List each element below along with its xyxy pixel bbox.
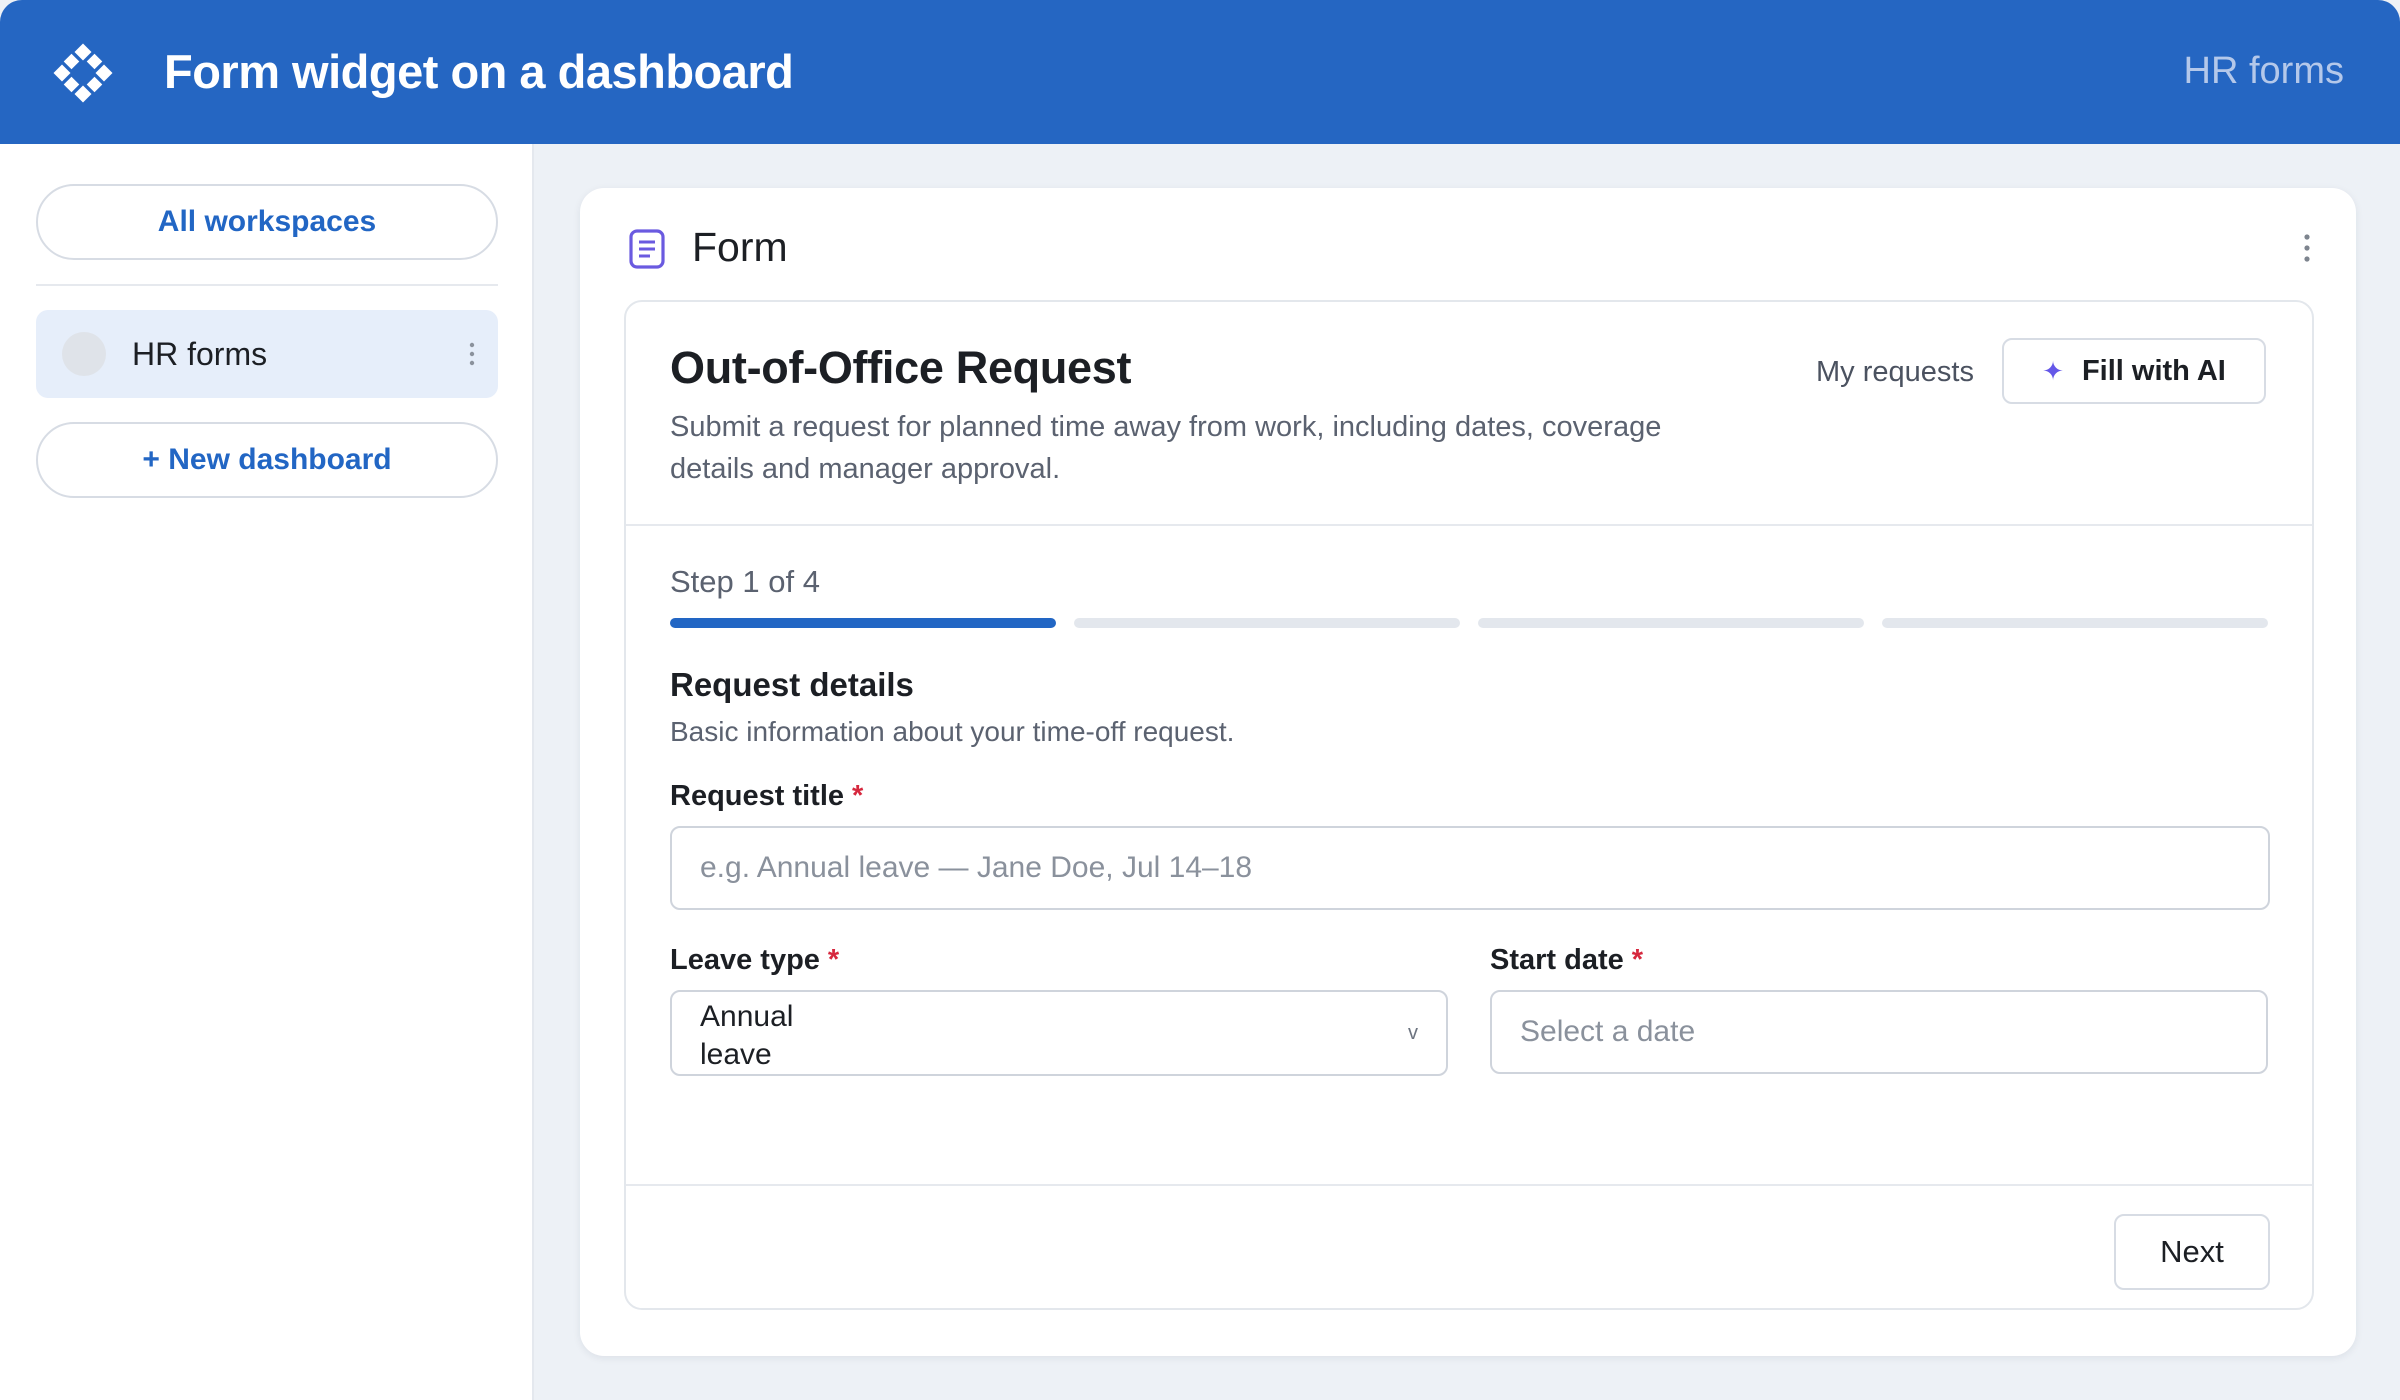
start-date-label-text: Start date: [1490, 944, 1624, 976]
widget-menu-icon[interactable]: [2302, 232, 2312, 264]
sidebar-divider: [36, 284, 498, 286]
section-title: Request details: [670, 666, 914, 703]
start-date-input[interactable]: [1490, 990, 2268, 1074]
request-title-label: Request title *: [670, 780, 863, 813]
fill-with-ai-button[interactable]: ✦ Fill with AI: [2002, 338, 2266, 404]
footer-divider: [626, 1184, 2312, 1186]
my-requests-link[interactable]: My requests: [1816, 356, 1974, 389]
leave-type-label-text: Leave type: [670, 944, 820, 976]
document-icon: [629, 229, 665, 269]
chevron-down-icon: v: [1408, 1022, 1418, 1044]
form-description: Submit a request for planned time away f…: [670, 411, 1662, 485]
required-marker: *: [1631, 944, 1644, 976]
start-date-label: Start date *: [1490, 944, 1643, 977]
leave-type-select[interactable]: Annual leave v: [670, 990, 1448, 1076]
step-indicator: Step 1 of 4: [670, 564, 820, 599]
header-context-label: HR forms: [2183, 50, 2344, 92]
header-divider: [626, 524, 2312, 526]
section-description: Basic information about your time-off re…: [670, 716, 1235, 747]
progress-segment: [670, 618, 1056, 628]
step-progress-bar: [670, 618, 2270, 628]
leave-type-label: Leave type *: [670, 944, 839, 977]
diamond-logo-icon: [53, 43, 113, 103]
sidebar-item-label: HR forms: [132, 336, 268, 372]
request-title-label-text: Request title: [670, 780, 845, 812]
progress-segment: [1074, 618, 1460, 628]
all-workspaces-button[interactable]: All workspaces: [36, 184, 498, 260]
new-dashboard-button[interactable]: + New dashboard: [36, 422, 498, 498]
sidebar: All workspaces HR forms + New dashboard: [0, 144, 534, 1400]
progress-segment: [1882, 618, 2268, 628]
form-widget-card: Form Out-of-Office Request Submit a requ…: [580, 188, 2356, 1356]
kebab-menu-icon[interactable]: [468, 340, 476, 368]
form-panel: Out-of-Office Request Submit a request f…: [624, 300, 2314, 1310]
app-title: Form widget on a dashboard: [164, 45, 794, 98]
top-bar: Form widget on a dashboard HR forms: [0, 0, 2400, 144]
leave-type-value: Annual leave: [700, 1000, 794, 1071]
sidebar-item-hr-forms[interactable]: HR forms: [36, 310, 498, 398]
fill-with-ai-label: Fill with AI: [2081, 354, 2226, 387]
dashboard-avatar: [62, 332, 106, 376]
form-title: Out-of-Office Request: [670, 342, 1132, 393]
sparkle-icon: ✦: [2042, 355, 2064, 386]
widget-title: Form: [692, 224, 788, 270]
required-marker: *: [827, 944, 840, 976]
required-marker: *: [852, 780, 864, 812]
next-button[interactable]: Next: [2114, 1214, 2270, 1290]
progress-segment: [1478, 618, 1864, 628]
request-title-input[interactable]: [670, 826, 2270, 910]
